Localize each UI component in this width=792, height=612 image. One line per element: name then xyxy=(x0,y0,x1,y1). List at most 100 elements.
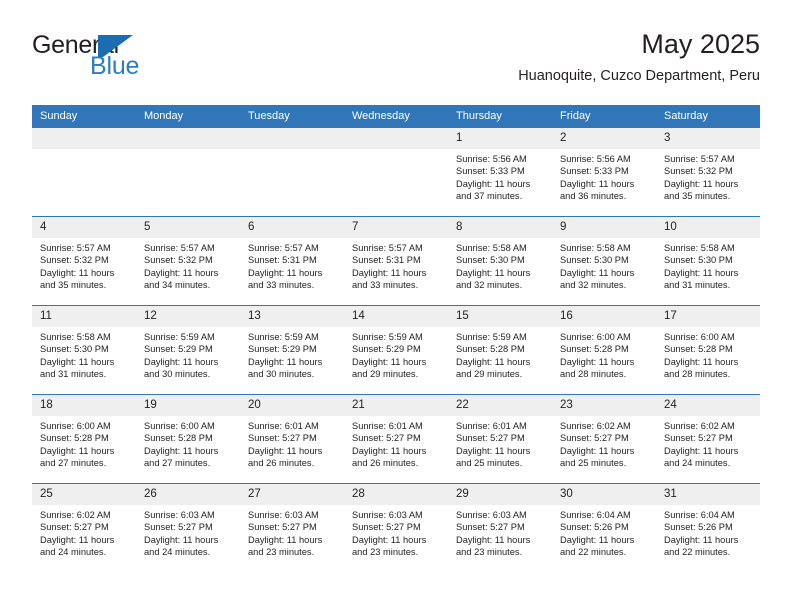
day-cell[interactable]: 27 Sunrise: 6:03 AM Sunset: 5:27 PM Dayligh… xyxy=(240,483,344,572)
day-cell[interactable]: 1 Sunrise: 5:56 AM Sunset: 5:33 PM Daylight… xyxy=(448,128,552,217)
sunrise-text: Sunrise: 6:01 AM xyxy=(456,421,527,431)
sunrise-text: Sunrise: 5:56 AM xyxy=(560,154,631,164)
day-cell[interactable]: 14 Sunrise: 5:59 AM Sunset: 5:29 PM Dayligh… xyxy=(344,305,448,395)
sunrise-text: Sunrise: 5:57 AM xyxy=(352,243,423,253)
day-cell[interactable]: 19 Sunrise: 6:00 AM Sunset: 5:28 PM Dayligh… xyxy=(136,394,240,484)
day-cell[interactable]: 10 Sunrise: 5:58 AM Sunset: 5:30 PM Dayligh… xyxy=(656,216,760,306)
day-cell[interactable]: 13 Sunrise: 5:59 AM Sunset: 5:29 PM Dayligh… xyxy=(240,305,344,395)
day-cell[interactable]: 22 Sunrise: 6:01 AM Sunset: 5:27 PM Dayligh… xyxy=(448,394,552,484)
sunset-text: Sunset: 5:32 PM xyxy=(144,255,213,266)
day-info: Sunrise: 6:01 AM Sunset: 5:27 PM Daylight:… xyxy=(448,416,552,470)
day-cell[interactable]: 21 Sunrise: 6:01 AM Sunset: 5:27 PM Dayligh… xyxy=(344,394,448,484)
daylight-text: Daylight: 11 hours and 23 minutes. xyxy=(352,534,427,558)
sunrise-text: Sunrise: 6:02 AM xyxy=(664,421,735,431)
page-header: General Blue May 2025 Huanoquite, Cuzco … xyxy=(32,28,760,98)
sunset-text: Sunset: 5:27 PM xyxy=(40,522,109,533)
sunset-text: Sunset: 5:28 PM xyxy=(664,344,733,355)
daylight-text: Daylight: 11 hours and 24 minutes. xyxy=(40,534,115,558)
weekday-header-monday: Monday xyxy=(136,105,240,128)
sunrise-text: Sunrise: 6:00 AM xyxy=(144,421,215,431)
day-cell[interactable]: 6 Sunrise: 5:57 AM Sunset: 5:31 PM Daylight… xyxy=(240,216,344,306)
day-info: Sunrise: 6:00 AM Sunset: 5:28 PM Daylight:… xyxy=(32,416,136,470)
sunset-text: Sunset: 5:31 PM xyxy=(248,255,317,266)
sunset-text: Sunset: 5:30 PM xyxy=(664,255,733,266)
sunset-text: Sunset: 5:29 PM xyxy=(144,344,213,355)
day-info: Sunrise: 5:57 AM Sunset: 5:32 PM Daylight:… xyxy=(136,238,240,292)
day-cell[interactable]: 9 Sunrise: 5:58 AM Sunset: 5:30 PM Daylight… xyxy=(552,216,656,306)
day-cell[interactable]: 20 Sunrise: 6:01 AM Sunset: 5:27 PM Dayligh… xyxy=(240,394,344,484)
day-cell[interactable]: 5 Sunrise: 5:57 AM Sunset: 5:32 PM Daylight… xyxy=(136,216,240,306)
day-number: 12 xyxy=(136,306,240,327)
day-cell-empty xyxy=(136,128,240,217)
day-cell[interactable]: 25 Sunrise: 6:02 AM Sunset: 5:27 PM Dayligh… xyxy=(32,483,136,572)
day-number: 16 xyxy=(552,306,656,327)
sunrise-text: Sunrise: 5:58 AM xyxy=(40,332,111,342)
day-cell[interactable]: 11 Sunrise: 5:58 AM Sunset: 5:30 PM Dayligh… xyxy=(32,305,136,395)
day-cell[interactable]: 17 Sunrise: 6:00 AM Sunset: 5:28 PM Dayligh… xyxy=(656,305,760,395)
day-info: Sunrise: 6:04 AM Sunset: 5:26 PM Daylight:… xyxy=(656,505,760,559)
day-cell[interactable]: 16 Sunrise: 6:00 AM Sunset: 5:28 PM Dayligh… xyxy=(552,305,656,395)
sunset-text: Sunset: 5:32 PM xyxy=(664,166,733,177)
weekday-header-wednesday: Wednesday xyxy=(344,105,448,128)
day-cell[interactable]: 31 Sunrise: 6:04 AM Sunset: 5:26 PM Dayligh… xyxy=(656,483,760,572)
day-cell[interactable]: 29 Sunrise: 6:03 AM Sunset: 5:27 PM Dayligh… xyxy=(448,483,552,572)
sunset-text: Sunset: 5:33 PM xyxy=(456,166,525,177)
day-number: 30 xyxy=(552,484,656,505)
sunset-text: Sunset: 5:27 PM xyxy=(560,433,629,444)
day-info: Sunrise: 6:02 AM Sunset: 5:27 PM Daylight:… xyxy=(552,416,656,470)
day-cell[interactable]: 28 Sunrise: 6:03 AM Sunset: 5:27 PM Dayligh… xyxy=(344,483,448,572)
sunset-text: Sunset: 5:29 PM xyxy=(248,344,317,355)
daylight-text: Daylight: 11 hours and 26 minutes. xyxy=(352,445,427,469)
day-cell[interactable]: 24 Sunrise: 6:02 AM Sunset: 5:27 PM Dayligh… xyxy=(656,394,760,484)
day-info: Sunrise: 5:58 AM Sunset: 5:30 PM Daylight:… xyxy=(552,238,656,292)
day-cell[interactable]: 30 Sunrise: 6:04 AM Sunset: 5:26 PM Dayligh… xyxy=(552,483,656,572)
day-number: 15 xyxy=(448,306,552,327)
sunset-text: Sunset: 5:30 PM xyxy=(456,255,525,266)
weekday-header-tuesday: Tuesday xyxy=(240,105,344,128)
day-cell[interactable]: 4 Sunrise: 5:57 AM Sunset: 5:32 PM Daylight… xyxy=(32,216,136,306)
daylight-text: Daylight: 11 hours and 33 minutes. xyxy=(352,267,427,291)
day-info: Sunrise: 5:56 AM Sunset: 5:33 PM Daylight:… xyxy=(552,149,656,203)
day-cell[interactable]: 8 Sunrise: 5:58 AM Sunset: 5:30 PM Daylight… xyxy=(448,216,552,306)
day-cell[interactable]: 15 Sunrise: 5:59 AM Sunset: 5:28 PM Dayligh… xyxy=(448,305,552,395)
day-cell[interactable]: 26 Sunrise: 6:03 AM Sunset: 5:27 PM Dayligh… xyxy=(136,483,240,572)
day-info: Sunrise: 6:04 AM Sunset: 5:26 PM Daylight:… xyxy=(552,505,656,559)
day-info: Sunrise: 6:00 AM Sunset: 5:28 PM Daylight:… xyxy=(656,327,760,381)
daylight-text: Daylight: 11 hours and 35 minutes. xyxy=(664,178,739,202)
logo-text-blue: Blue xyxy=(90,52,140,80)
sunset-text: Sunset: 5:28 PM xyxy=(144,433,213,444)
day-cell[interactable]: 18 Sunrise: 6:00 AM Sunset: 5:28 PM Dayligh… xyxy=(32,394,136,484)
daylight-text: Daylight: 11 hours and 28 minutes. xyxy=(664,356,739,380)
calendar-week-row: 18 Sunrise: 6:00 AM Sunset: 5:28 PM Dayligh… xyxy=(32,394,760,484)
day-cell-empty xyxy=(344,128,448,217)
day-info: Sunrise: 5:59 AM Sunset: 5:29 PM Daylight:… xyxy=(136,327,240,381)
day-number: 22 xyxy=(448,395,552,416)
day-info: Sunrise: 6:01 AM Sunset: 5:27 PM Daylight:… xyxy=(344,416,448,470)
daylight-text: Daylight: 11 hours and 26 minutes. xyxy=(248,445,323,469)
daylight-text: Daylight: 11 hours and 36 minutes. xyxy=(560,178,635,202)
day-info: Sunrise: 5:57 AM Sunset: 5:31 PM Daylight:… xyxy=(344,238,448,292)
sunrise-text: Sunrise: 5:58 AM xyxy=(560,243,631,253)
day-info: Sunrise: 5:56 AM Sunset: 5:33 PM Daylight:… xyxy=(448,149,552,203)
day-cell[interactable]: 2 Sunrise: 5:56 AM Sunset: 5:33 PM Daylight… xyxy=(552,128,656,217)
day-info: Sunrise: 5:59 AM Sunset: 5:29 PM Daylight:… xyxy=(240,327,344,381)
day-cell[interactable]: 23 Sunrise: 6:02 AM Sunset: 5:27 PM Dayligh… xyxy=(552,394,656,484)
day-number: 4 xyxy=(32,217,136,238)
day-number xyxy=(240,128,344,149)
day-number: 23 xyxy=(552,395,656,416)
day-info: Sunrise: 6:03 AM Sunset: 5:27 PM Daylight:… xyxy=(136,505,240,559)
sunrise-text: Sunrise: 6:01 AM xyxy=(352,421,423,431)
sunrise-text: Sunrise: 6:04 AM xyxy=(560,510,631,520)
day-cell[interactable]: 3 Sunrise: 5:57 AM Sunset: 5:32 PM Daylight… xyxy=(656,128,760,217)
page-title: May 2025 xyxy=(641,29,760,59)
sunrise-text: Sunrise: 5:57 AM xyxy=(40,243,111,253)
calendar-week-row: 1 Sunrise: 5:56 AM Sunset: 5:33 PM Daylight… xyxy=(32,128,760,217)
day-number: 19 xyxy=(136,395,240,416)
sunrise-text: Sunrise: 5:56 AM xyxy=(456,154,527,164)
day-cell[interactable]: 12 Sunrise: 5:59 AM Sunset: 5:29 PM Dayligh… xyxy=(136,305,240,395)
day-number: 27 xyxy=(240,484,344,505)
day-cell[interactable]: 7 Sunrise: 5:57 AM Sunset: 5:31 PM Daylight… xyxy=(344,216,448,306)
sunset-text: Sunset: 5:31 PM xyxy=(352,255,421,266)
sunrise-text: Sunrise: 6:01 AM xyxy=(248,421,319,431)
day-number: 13 xyxy=(240,306,344,327)
